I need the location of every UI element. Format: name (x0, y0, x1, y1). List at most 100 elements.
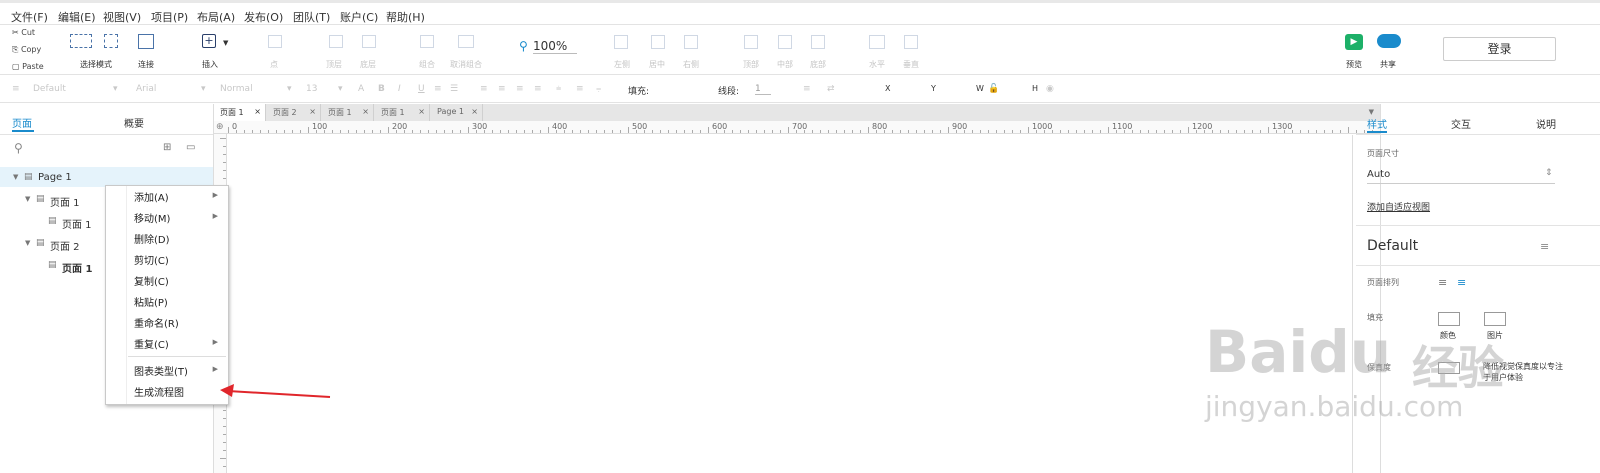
menu-edit[interactable]: 编辑(E) (58, 9, 96, 25)
fill-image-button[interactable] (1484, 312, 1506, 326)
lock-icon[interactable]: 🔓 (988, 84, 999, 94)
tree-item-page-1-child[interactable]: 页面 1 (62, 216, 92, 231)
list-bullet-icon: ☰ (450, 84, 459, 94)
divider (1356, 134, 1600, 135)
menu-item-move[interactable]: 移动(M) (134, 210, 170, 225)
select-alt-icon[interactable] (104, 34, 118, 48)
canvas[interactable] (228, 135, 1352, 473)
add-page-icon[interactable]: ⊞ (163, 142, 171, 153)
close-icon[interactable]: × (471, 107, 478, 116)
tabs-dropdown-icon[interactable]: ▼ (1369, 108, 1374, 116)
weight-select[interactable]: Normal (220, 84, 253, 94)
ruler-tick (220, 138, 226, 139)
ruler-tick (868, 127, 869, 133)
align-left-icon[interactable]: ≡ (1438, 276, 1447, 289)
menu-help[interactable]: 帮助(H) (386, 9, 425, 25)
ruler-tick (468, 127, 469, 133)
menu-item-generate-flowchart[interactable]: 生成流程图 (134, 384, 184, 399)
tab-interactions[interactable]: 交互 (1451, 116, 1471, 131)
ruler-tick (540, 130, 541, 133)
stepper-icon[interactable]: ⇕ (1545, 168, 1553, 178)
ruler-tick (223, 450, 226, 451)
ruler-tick (340, 130, 341, 133)
menu-item-duplicate[interactable]: 重复(C) (134, 336, 169, 351)
preview-icon[interactable]: ▶ (1345, 34, 1363, 50)
search-icon[interactable]: ⚲ (14, 141, 23, 155)
close-icon[interactable]: × (418, 107, 425, 116)
ruler-tick (244, 130, 245, 133)
add-folder-icon[interactable]: ▭ (186, 142, 195, 153)
insert-icon[interactable]: + (202, 34, 216, 48)
page-tab-5[interactable]: Page 1 × (431, 104, 483, 121)
menu-view[interactable]: 视图(V) (103, 9, 141, 25)
tab-pages[interactable]: 页面 (12, 115, 32, 130)
tab-style[interactable]: 样式 (1367, 116, 1387, 131)
menu-item-diagram-type[interactable]: 图表类型(T) (134, 363, 188, 378)
menu-item-delete[interactable]: 删除(D) (134, 231, 170, 246)
menu-item-copy[interactable]: 复制(C) (134, 273, 169, 288)
add-adaptive-view-link[interactable]: 添加自适应视图 (1367, 200, 1430, 213)
ruler-tick (612, 130, 613, 133)
ruler-tick (1236, 130, 1237, 133)
line-width-input[interactable]: 1 (755, 84, 771, 95)
font-select[interactable]: Arial (136, 84, 156, 94)
page-tab-3[interactable]: 页面 1 × (322, 104, 374, 121)
tree-item-page-2[interactable]: 页面 2 (50, 238, 80, 253)
ruler-tick (764, 130, 765, 133)
chevron-down-icon[interactable]: ▼ (25, 195, 30, 203)
tab-outline[interactable]: 概要 (124, 115, 144, 130)
edit-style-icon[interactable]: ≡ (1540, 240, 1549, 253)
insert-dropdown-icon[interactable]: ▼ (223, 39, 228, 47)
chevron-down-icon[interactable]: ▼ (25, 239, 30, 247)
align-middle-icon (778, 35, 792, 49)
bold-icon: B (378, 84, 385, 94)
cloud-share-icon[interactable] (1377, 34, 1401, 48)
style-select[interactable]: Default (33, 84, 66, 94)
menu-item-add[interactable]: 添加(A) (134, 189, 169, 204)
cut-button[interactable]: ✂ Cut (12, 28, 35, 37)
ruler-tick (332, 130, 333, 133)
menu-publish[interactable]: 发布(O) (244, 9, 283, 25)
menu-layout[interactable]: 布局(A) (197, 9, 235, 25)
menu-account[interactable]: 账户(C) (340, 9, 378, 25)
page-tab-2[interactable]: 页面 2 × (267, 104, 321, 121)
menu-item-cut[interactable]: 剪切(C) (134, 252, 169, 267)
fill-color-button[interactable] (1438, 312, 1460, 326)
close-icon[interactable]: × (309, 107, 316, 116)
menu-item-paste[interactable]: 粘贴(P) (134, 294, 168, 309)
menu-team[interactable]: 团队(T) (293, 9, 330, 25)
font-size-select[interactable]: 13 (306, 84, 317, 94)
tab-notes[interactable]: 说明 (1536, 116, 1556, 131)
align-text-right-icon: ≡ (516, 84, 524, 94)
text-color-icon: A (358, 84, 365, 94)
ruler-tick (916, 130, 917, 133)
ruler-tick (228, 127, 229, 133)
copy-button[interactable]: ⎘ Copy (12, 45, 41, 55)
close-icon[interactable]: × (362, 107, 369, 116)
ruler-tick (772, 130, 773, 133)
tree-item-page1[interactable]: Page 1 (38, 172, 72, 183)
ruler-tick (604, 130, 605, 133)
zoom-select[interactable]: 100% (533, 39, 577, 54)
close-icon[interactable]: × (254, 107, 261, 116)
ruler-tick (964, 130, 965, 133)
ruler-tick (1348, 127, 1349, 133)
paste-icon: ▢ (12, 62, 20, 71)
login-button[interactable]: 登录 (1443, 37, 1556, 61)
select-mode-icon[interactable] (70, 34, 92, 48)
connect-icon[interactable] (138, 34, 154, 49)
paste-button[interactable]: ▢ Paste (12, 62, 44, 71)
menu-item-rename[interactable]: 重命名(R) (134, 315, 179, 330)
page-tab-1[interactable]: 页面 1 × (214, 104, 266, 121)
tree-item-page-1[interactable]: 页面 1 (50, 194, 80, 209)
ruler-tick (260, 130, 261, 133)
menu-file[interactable]: 文件(F) (11, 9, 48, 25)
ruler-tick (252, 130, 253, 133)
chevron-down-icon[interactable]: ▼ (13, 173, 18, 181)
visibility-icon[interactable]: ◉ (1046, 84, 1054, 94)
page-tab-4[interactable]: 页面 1 × (375, 104, 430, 121)
menu-project[interactable]: 项目(P) (151, 9, 188, 25)
align-center-icon[interactable]: ≡ (1457, 276, 1466, 289)
tree-item-page-2-child[interactable]: 页面 1 (62, 260, 92, 275)
page-size-select[interactable]: Auto (1367, 169, 1555, 184)
